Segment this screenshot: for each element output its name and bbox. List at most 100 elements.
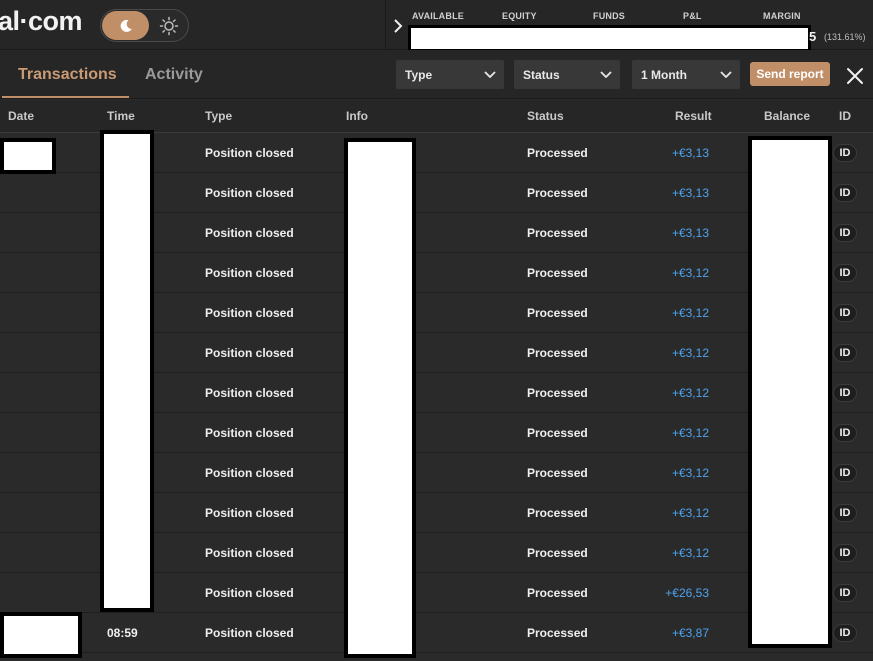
column-header-id[interactable]: ID	[839, 109, 851, 123]
cell-result: +€3,12	[671, 466, 709, 480]
chevron-down-icon	[720, 70, 732, 78]
table-row[interactable]: 08:59 Position closed Processed +€3,87 ID	[0, 613, 873, 653]
theme-toggle[interactable]	[100, 9, 189, 42]
period-filter-dropdown[interactable]: 1 Month	[632, 60, 740, 89]
cell-result: +€3,12	[671, 426, 709, 440]
id-button[interactable]: ID	[833, 224, 857, 242]
cell-status: Processed	[527, 466, 588, 480]
cell-status: Processed	[527, 386, 588, 400]
id-button[interactable]: ID	[833, 624, 857, 642]
cell-status: Processed	[527, 226, 588, 240]
id-button[interactable]: ID	[833, 384, 857, 402]
redacted-date	[0, 612, 82, 658]
id-button[interactable]: ID	[833, 504, 857, 522]
cell-result: +€26,53	[665, 586, 709, 600]
cell-status: Processed	[527, 146, 588, 160]
cell-status: Processed	[527, 266, 588, 280]
stat-label-equity: EQUITY	[502, 11, 537, 21]
period-filter-label: 1 Month	[641, 67, 687, 82]
column-header-balance[interactable]: Balance	[764, 109, 810, 123]
id-button[interactable]: ID	[833, 144, 857, 162]
column-header-type[interactable]: Type	[205, 109, 232, 123]
id-button[interactable]: ID	[833, 424, 857, 442]
cell-status: Processed	[527, 546, 588, 560]
id-button[interactable]: ID	[833, 464, 857, 482]
redacted-time-column	[100, 130, 154, 612]
cell-status: Processed	[527, 186, 588, 200]
stat-label-margin: MARGIN	[763, 11, 801, 21]
cell-status: Processed	[527, 346, 588, 360]
type-filter-label: Type	[405, 67, 433, 82]
cell-result: +€3,87	[671, 626, 709, 640]
cell-type: Position closed	[205, 226, 294, 240]
cell-type: Position closed	[205, 626, 294, 640]
cell-type: Position closed	[205, 466, 294, 480]
cell-type: Position closed	[205, 386, 294, 400]
status-filter-label: Status	[523, 67, 560, 82]
id-button[interactable]: ID	[833, 544, 857, 562]
cell-status: Processed	[527, 506, 588, 520]
cell-status: Processed	[527, 626, 588, 640]
redacted-balance-column	[748, 136, 832, 648]
cell-result: +€3,12	[671, 266, 709, 280]
cell-type: Position closed	[205, 586, 294, 600]
cell-type: Position closed	[205, 506, 294, 520]
table-header: Date Time Type Info Status Result Balanc…	[0, 100, 873, 133]
id-button[interactable]: ID	[833, 304, 857, 322]
column-header-result[interactable]: Result	[675, 109, 712, 123]
redacted-date	[0, 138, 56, 174]
stat-label-available: AVAILABLE	[412, 11, 464, 21]
redacted-account-stats	[408, 25, 811, 52]
send-report-button[interactable]: Send report	[750, 62, 830, 86]
expand-stats-button[interactable]	[391, 16, 405, 36]
cell-type: Position closed	[205, 186, 294, 200]
cell-time: 08:59	[107, 626, 138, 640]
redacted-info-column	[344, 138, 416, 658]
id-button[interactable]: ID	[833, 584, 857, 602]
tab-bar: Transactions Activity Type Status 1 Mont…	[0, 50, 873, 99]
moon-icon	[120, 19, 132, 32]
close-button[interactable]	[845, 66, 865, 86]
cell-result: +€3,12	[671, 506, 709, 520]
cell-type: Position closed	[205, 346, 294, 360]
chevron-down-icon	[600, 70, 612, 78]
cell-result: +€3,13	[671, 146, 709, 160]
id-button[interactable]: ID	[833, 264, 857, 282]
cell-status: Processed	[527, 426, 588, 440]
chevron-down-icon	[484, 70, 496, 78]
cell-result: +€3,12	[671, 386, 709, 400]
stat-label-funds: FUNDS	[593, 11, 625, 21]
stat-label-pnl: P&L	[683, 11, 702, 21]
margin-value: 5	[809, 29, 817, 44]
column-header-info[interactable]: Info	[346, 109, 368, 123]
dark-theme-option[interactable]	[102, 11, 149, 40]
cell-type: Position closed	[205, 146, 294, 160]
column-header-time[interactable]: Time	[107, 109, 135, 123]
close-icon	[847, 68, 863, 84]
cell-type: Position closed	[205, 306, 294, 320]
id-button[interactable]: ID	[833, 344, 857, 362]
active-tab-indicator	[2, 96, 129, 98]
type-filter-dropdown[interactable]: Type	[396, 60, 504, 89]
top-bar: al·com AVAILABLE EQUITY FUNDS P&L MARGIN…	[0, 0, 873, 52]
cell-result: +€3,12	[671, 346, 709, 360]
cell-type: Position closed	[205, 546, 294, 560]
header-divider	[385, 0, 386, 50]
status-filter-dropdown[interactable]: Status	[514, 60, 620, 89]
tab-transactions[interactable]: Transactions	[18, 66, 117, 84]
cell-type: Position closed	[205, 266, 294, 280]
cell-result: +€3,12	[671, 546, 709, 560]
cell-result: +€3,13	[671, 226, 709, 240]
column-header-status[interactable]: Status	[527, 109, 564, 123]
tab-activity[interactable]: Activity	[145, 66, 203, 84]
id-button[interactable]: ID	[833, 184, 857, 202]
column-header-date[interactable]: Date	[8, 109, 34, 123]
brand-logo[interactable]: al·com	[0, 6, 83, 37]
cell-status: Processed	[527, 306, 588, 320]
cell-result: +€3,12	[671, 306, 709, 320]
chevron-right-icon	[394, 19, 403, 33]
sun-icon	[159, 16, 179, 35]
light-theme-option[interactable]	[153, 11, 185, 40]
cell-result: +€3,13	[671, 186, 709, 200]
cell-type: Position closed	[205, 426, 294, 440]
